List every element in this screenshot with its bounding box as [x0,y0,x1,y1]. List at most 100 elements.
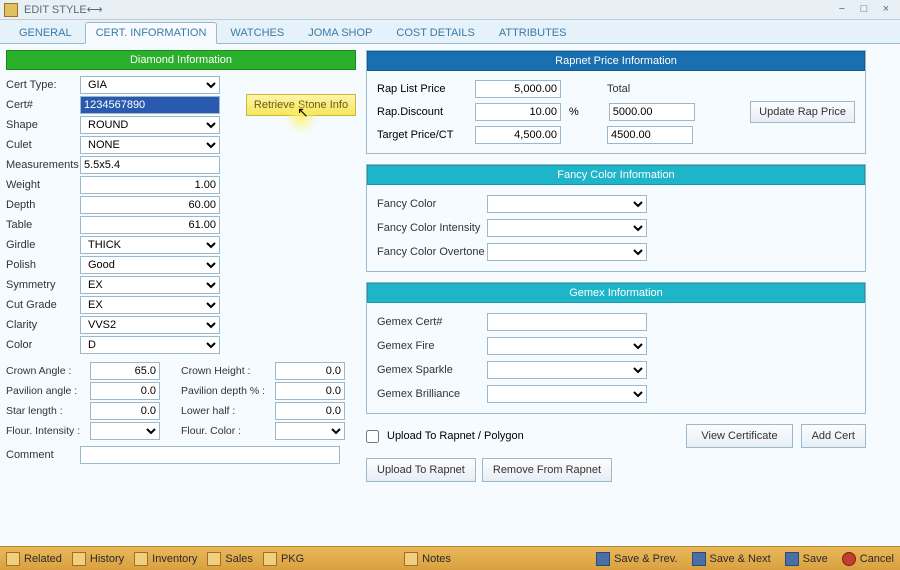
disk-icon [785,552,799,566]
crown-angle-input[interactable] [90,362,160,380]
label-crown-height: Crown Height : [181,365,275,377]
label-gemex-sparkle: Gemex Sparkle [377,364,487,376]
label-measurements: Measurements [6,159,80,171]
fancy-header: Fancy Color Information [367,165,865,185]
label-fancy-color: Fancy Color [377,198,487,210]
titlebar: EDIT STYLE ⟷ − □ × [0,0,900,20]
polish-select[interactable]: Good [80,256,220,274]
label-comment: Comment [6,449,80,461]
color-select[interactable]: D [80,336,220,354]
cert-type-select[interactable]: GIA [80,76,220,94]
label-gemex-brilliance: Gemex Brilliance [377,388,487,400]
save-next-button[interactable]: Save & Next [692,552,771,566]
tab-general[interactable]: GENERAL [8,22,83,43]
tab-strip: GENERAL CERT. INFORMATION WATCHES JOMA S… [0,20,900,44]
remove-from-rapnet-button[interactable]: Remove From Rapnet [482,458,612,482]
content-area: Diamond Information Retrieve Stone Info … [0,44,900,546]
gemex-fire-select[interactable] [487,337,647,355]
pkg-button[interactable]: PKG [263,552,304,566]
weight-input[interactable] [80,176,220,194]
close-button[interactable]: × [876,3,896,17]
sales-icon [207,552,221,566]
label-flour-color: Flour. Color : [181,425,275,437]
label-fancy-intensity: Fancy Color Intensity [377,222,487,234]
cert-number-input[interactable] [80,96,220,114]
diamond-header: Diamond Information [6,50,356,70]
save-button[interactable]: Save [785,552,828,566]
sales-button[interactable]: Sales [207,552,253,566]
retrieve-stone-info-button[interactable]: Retrieve Stone Info [246,94,356,116]
gemex-sparkle-select[interactable] [487,361,647,379]
tab-attributes[interactable]: ATTRIBUTES [488,22,578,43]
rapnet-panel: Rapnet Price Information Rap List Price … [366,50,866,154]
lower-half-input[interactable] [275,402,345,420]
notes-button[interactable]: Notes [404,552,451,566]
bottom-toolbar: Related History Inventory Sales PKG Note… [0,546,900,570]
label-crown-angle: Crown Angle : [6,365,90,377]
pavilion-angle-input[interactable] [90,382,160,400]
upload-to-rapnet-button[interactable]: Upload To Rapnet [366,458,476,482]
label-rap-discount: Rap.Discount [377,106,467,118]
label-pavilion-depth: Pavilion depth % : [181,385,275,397]
flour-intensity-select[interactable] [90,422,160,440]
upload-checkbox-label: Upload To Rapnet / Polygon [387,430,524,442]
right-column: Rapnet Price Information Rap List Price … [366,50,866,482]
tab-cert-information[interactable]: CERT. INFORMATION [85,22,218,44]
upload-checkbox[interactable] [366,430,379,443]
save-prev-button[interactable]: Save & Prev. [596,552,677,566]
label-culet: Culet [6,139,80,151]
restore-button[interactable]: □ [854,3,874,17]
label-weight: Weight [6,179,80,191]
gemex-brilliance-select[interactable] [487,385,647,403]
target-total-input[interactable] [607,126,693,144]
rap-list-input[interactable] [475,80,561,98]
rapnet-header: Rapnet Price Information [367,51,865,71]
star-length-input[interactable] [90,402,160,420]
gemex-panel: Gemex Information Gemex Cert# Gemex Fire… [366,282,866,414]
fancy-color-select[interactable] [487,195,647,213]
rap-discount-input[interactable] [475,103,561,121]
target-price-input[interactable] [475,126,561,144]
related-button[interactable]: Related [6,552,62,566]
history-icon [72,552,86,566]
total-input[interactable] [609,103,695,121]
girdle-select[interactable]: THICK [80,236,220,254]
label-flour-intensity: Flour. Intensity : [6,425,90,437]
flour-color-select[interactable] [275,422,345,440]
tab-joma-shop[interactable]: JOMA SHOP [297,22,383,43]
table-input[interactable] [80,216,220,234]
label-color: Color [6,339,80,351]
crown-height-input[interactable] [275,362,345,380]
gemex-cert-input[interactable] [487,313,647,331]
tab-watches[interactable]: WATCHES [219,22,295,43]
inventory-button[interactable]: Inventory [134,552,197,566]
pavilion-depth-input[interactable] [275,382,345,400]
comment-input[interactable] [80,446,340,464]
measurements-input[interactable] [80,156,220,174]
view-certificate-button[interactable]: View Certificate [686,424,792,448]
label-fancy-overtone: Fancy Color Overtone [377,246,487,258]
pct-label: % [569,106,579,118]
label-pavilion-angle: Pavilion angle : [6,385,90,397]
cancel-button[interactable]: Cancel [842,552,894,566]
add-cert-button[interactable]: Add Cert [801,424,866,448]
update-rap-price-button[interactable]: Update Rap Price [750,101,855,123]
cut-grade-select[interactable]: EX [80,296,220,314]
fancy-intensity-select[interactable] [487,219,647,237]
label-gemex-fire: Gemex Fire [377,340,487,352]
depth-input[interactable] [80,196,220,214]
history-button[interactable]: History [72,552,124,566]
pin-icon[interactable]: ⟷ [87,3,103,16]
label-star-length: Star length : [6,405,90,417]
clarity-select[interactable]: VVS2 [80,316,220,334]
app-icon [4,3,18,17]
fancy-overtone-select[interactable] [487,243,647,261]
diamond-panel: Diamond Information Retrieve Stone Info … [6,50,356,466]
symmetry-select[interactable]: EX [80,276,220,294]
culet-select[interactable]: NONE [80,136,220,154]
minimize-button[interactable]: − [832,3,852,17]
label-total: Total [607,83,687,95]
shape-select[interactable]: ROUND [80,116,220,134]
label-clarity: Clarity [6,319,80,331]
tab-cost-details[interactable]: COST DETAILS [385,22,485,43]
